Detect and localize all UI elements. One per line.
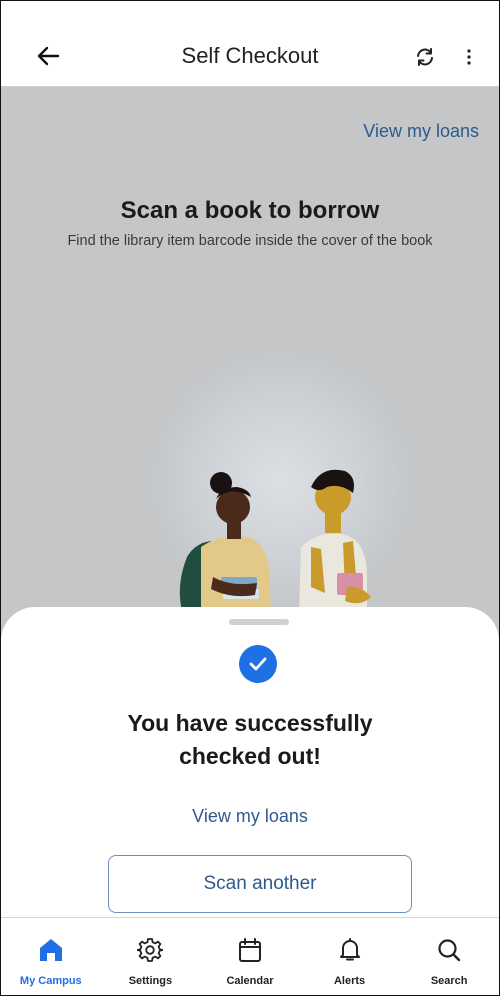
scan-instructions: Find the library item barcode inside the… <box>67 233 433 249</box>
nav-item-my-campus[interactable]: My Campus <box>1 918 101 995</box>
refresh-icon[interactable] <box>412 44 438 70</box>
view-loans-link-top[interactable]: View my loans <box>363 121 479 142</box>
students-illustration <box>179 469 371 615</box>
scan-heading: Scan a book to borrow <box>120 197 380 224</box>
success-message: You have successfully checked out! <box>127 710 373 770</box>
sheet-drag-handle[interactable] <box>229 619 289 625</box>
gear-icon <box>134 934 166 966</box>
nav-item-label: Search <box>430 975 468 987</box>
scan-another-button[interactable]: Scan another <box>108 855 412 913</box>
nav-item-calendar[interactable]: Calendar <box>200 918 300 995</box>
nav-item-settings[interactable]: Settings <box>101 918 201 995</box>
success-bottom-sheet: You have successfully checked out! View … <box>1 607 499 947</box>
bottom-navigation: My Campus Settings Calendar Alerts Searc… <box>1 917 499 995</box>
check-circle-icon <box>239 645 277 683</box>
nav-item-search[interactable]: Search <box>399 918 499 995</box>
calendar-icon <box>234 934 266 966</box>
nav-item-label: Alerts <box>333 975 366 987</box>
more-vertical-icon[interactable] <box>459 44 479 70</box>
bell-icon <box>334 934 366 966</box>
nav-item-label: Settings <box>128 975 173 987</box>
app-bar: Self Checkout <box>1 1 499 87</box>
nav-item-alerts[interactable]: Alerts <box>300 918 400 995</box>
home-icon <box>35 934 67 966</box>
nav-item-label: My Campus <box>19 975 82 987</box>
app-screen: Self Checkout View my loans Scan a book … <box>0 0 500 996</box>
view-loans-link[interactable]: View my loans <box>1 806 499 827</box>
search-icon <box>433 934 465 966</box>
nav-item-label: Calendar <box>226 975 274 987</box>
